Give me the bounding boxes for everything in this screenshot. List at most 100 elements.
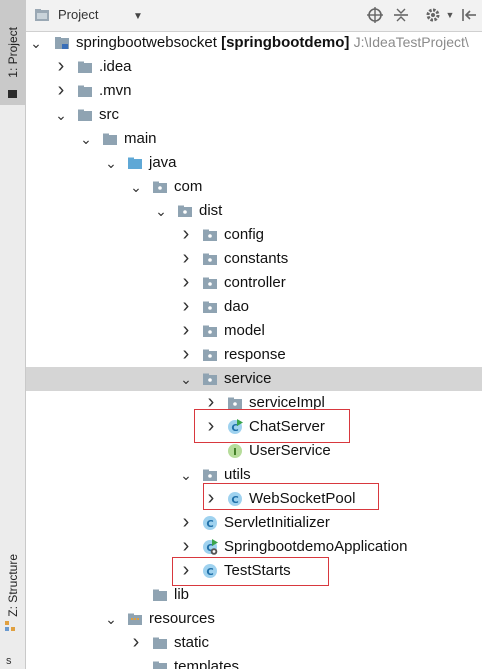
module-icon bbox=[54, 35, 70, 51]
svg-text:I: I bbox=[233, 447, 237, 458]
hide-icon[interactable] bbox=[460, 6, 478, 24]
tree-root[interactable]: ⌄ springbootwebsocket [springbootdemo] J… bbox=[26, 31, 482, 55]
gear-dropdown-icon[interactable]: ▼ bbox=[441, 6, 459, 24]
chevron-down-icon[interactable]: ⌄ bbox=[103, 153, 119, 173]
tree-root-label: springbootwebsocket [springbootdemo] J:\… bbox=[76, 34, 469, 51]
tree-item[interactable]: › controller bbox=[26, 271, 482, 295]
folder-icon bbox=[77, 59, 93, 75]
folder-icon bbox=[152, 587, 168, 603]
tree-item[interactable]: lib bbox=[26, 583, 482, 607]
interface-icon: I bbox=[227, 443, 243, 459]
folder-icon bbox=[77, 83, 93, 99]
structure-tab-label: Z: Structure bbox=[5, 553, 20, 617]
collapse-all-icon[interactable] bbox=[392, 6, 410, 24]
chevron-down-icon[interactable]: ⌄ bbox=[78, 129, 94, 149]
project-tab-label: 1: Project bbox=[5, 27, 20, 78]
tree-item-label: static bbox=[174, 634, 210, 651]
structure-icon bbox=[4, 620, 16, 632]
chevron-right-icon[interactable]: › bbox=[178, 296, 194, 317]
tree-item[interactable]: › .mvn bbox=[26, 79, 482, 103]
project-name: springbootwebsocket bbox=[76, 34, 217, 51]
tree-item[interactable]: › dao bbox=[26, 295, 482, 319]
chevron-down-icon[interactable]: ⌄ bbox=[53, 105, 69, 125]
tree-item[interactable]: › model bbox=[26, 319, 482, 343]
tree-item[interactable]: › response bbox=[26, 343, 482, 367]
tree-item-label: utils bbox=[224, 466, 251, 483]
chevron-right-icon[interactable]: › bbox=[178, 344, 194, 365]
tree-item-label: .mvn bbox=[99, 82, 132, 99]
package-icon bbox=[152, 179, 168, 195]
tree-item-label: config bbox=[224, 226, 265, 243]
source-folder-icon bbox=[127, 155, 143, 171]
chevron-down-icon[interactable]: ⌄ bbox=[103, 609, 119, 629]
tree-item[interactable]: › constants bbox=[26, 247, 482, 271]
chevron-right-icon[interactable]: › bbox=[178, 512, 194, 533]
tree-item[interactable]: › config bbox=[26, 223, 482, 247]
spring-boot-class-icon: C bbox=[202, 539, 218, 555]
tree-item[interactable]: › C SpringbootdemoApplication bbox=[26, 535, 482, 559]
svg-text:C: C bbox=[206, 519, 213, 530]
chevron-right-icon[interactable]: › bbox=[53, 56, 69, 77]
package-icon bbox=[202, 371, 218, 387]
highlight-box-websocketpool bbox=[203, 483, 379, 510]
tree-item-label: dist bbox=[199, 202, 223, 219]
highlight-box-chatserver bbox=[194, 409, 350, 443]
tree-item-label: lib bbox=[174, 586, 190, 603]
tree-item[interactable]: › static bbox=[26, 631, 482, 655]
project-toolbar: Project ▼ ▼ bbox=[26, 0, 482, 32]
package-icon bbox=[202, 323, 218, 339]
tree-item[interactable]: › .idea bbox=[26, 55, 482, 79]
project-icon bbox=[34, 8, 50, 22]
gear-icon[interactable] bbox=[424, 6, 442, 24]
chevron-right-icon[interactable]: › bbox=[178, 272, 194, 293]
tree-item[interactable]: ⌄ src bbox=[26, 103, 482, 127]
tree-item[interactable]: ⌄ service bbox=[26, 367, 482, 391]
package-icon bbox=[202, 467, 218, 483]
tree-item[interactable]: ⌄ com bbox=[26, 175, 482, 199]
tree-item[interactable]: templates bbox=[26, 655, 482, 669]
left-tool-strip: 1: Project Z: Structure s bbox=[0, 0, 26, 669]
highlight-box-teststarts bbox=[172, 557, 329, 586]
resources-folder-icon bbox=[127, 611, 143, 627]
project-tab-marker-icon bbox=[8, 90, 17, 98]
tree-item-label: constants bbox=[224, 250, 289, 267]
tree-item-label: .idea bbox=[99, 58, 132, 75]
package-icon bbox=[177, 203, 193, 219]
tree-item[interactable]: › C ServletInitializer bbox=[26, 511, 482, 535]
tree-item[interactable]: ⌄ java bbox=[26, 151, 482, 175]
tree-item-label: src bbox=[99, 106, 119, 123]
chevron-down-icon[interactable]: ⌄ bbox=[28, 33, 44, 53]
chevron-down-icon[interactable]: ⌄ bbox=[178, 465, 194, 485]
folder-icon bbox=[152, 635, 168, 651]
chevron-down-icon[interactable]: ⌄ bbox=[178, 369, 194, 389]
chevron-right-icon[interactable]: › bbox=[128, 632, 144, 653]
dropdown-arrow-icon[interactable]: ▼ bbox=[133, 11, 143, 22]
tree-item-label: com bbox=[174, 178, 203, 195]
package-icon bbox=[202, 299, 218, 315]
tree-item[interactable]: ⌄ main bbox=[26, 127, 482, 151]
chevron-down-icon[interactable]: ⌄ bbox=[153, 201, 169, 221]
chevron-right-icon[interactable]: › bbox=[178, 224, 194, 245]
tree-item-label: templates bbox=[174, 658, 240, 669]
project-path: J:\IdeaTestProject\ bbox=[353, 34, 469, 50]
chevron-right-icon[interactable]: › bbox=[53, 80, 69, 101]
folder-icon bbox=[152, 659, 168, 669]
tree-item[interactable]: ⌄ resources bbox=[26, 607, 482, 631]
folder-icon bbox=[77, 107, 93, 123]
tree-item-label: response bbox=[224, 346, 286, 363]
chevron-right-icon[interactable]: › bbox=[178, 320, 194, 341]
package-icon bbox=[202, 347, 218, 363]
chevron-right-icon[interactable]: › bbox=[178, 536, 194, 557]
locate-icon[interactable] bbox=[366, 6, 384, 24]
tree-item-label: java bbox=[149, 154, 177, 171]
tree-item-label: service bbox=[224, 370, 272, 387]
chevron-right-icon[interactable]: › bbox=[178, 248, 194, 269]
folder-icon bbox=[102, 131, 118, 147]
chevron-down-icon[interactable]: ⌄ bbox=[128, 177, 144, 197]
tree-item[interactable]: ⌄ dist bbox=[26, 199, 482, 223]
view-selector[interactable]: Project bbox=[58, 7, 98, 22]
tree-item-label: dao bbox=[224, 298, 250, 315]
tree-item-label: resources bbox=[149, 610, 215, 627]
bottom-tab-fragment: s bbox=[6, 655, 12, 667]
package-icon bbox=[202, 227, 218, 243]
